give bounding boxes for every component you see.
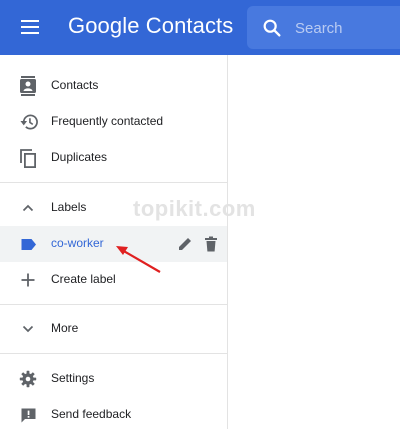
sidebar-item-label: Settings — [51, 371, 95, 385]
main-menu-button[interactable] — [12, 11, 48, 43]
chevron-up-icon — [17, 197, 39, 219]
sidebar-item-label: More — [51, 321, 79, 335]
plus-icon — [17, 269, 39, 291]
hamburger-menu-icon — [21, 20, 39, 34]
edit-label-pencil-icon[interactable] — [176, 235, 194, 253]
app-header: Google Contacts — [0, 0, 400, 55]
sidebar-item-contacts[interactable]: Contacts — [0, 68, 227, 104]
history-icon — [17, 111, 39, 133]
delete-label-trash-icon[interactable] — [202, 235, 220, 253]
watermark-text: topikit.com — [133, 196, 256, 221]
duplicate-icon — [17, 147, 39, 169]
sidebar-divider — [0, 182, 227, 183]
search-input[interactable] — [295, 16, 395, 40]
sidebar-divider — [0, 353, 227, 354]
chevron-down-icon — [17, 318, 39, 340]
sidebar-divider — [0, 304, 227, 305]
feedback-icon — [17, 404, 39, 426]
sidebar-item-label: co-worker — [51, 236, 104, 250]
gear-icon — [17, 368, 39, 390]
search-box[interactable] — [247, 6, 400, 49]
sidebar-item-frequently-contacted[interactable]: Frequently contacted — [0, 104, 227, 140]
label-icon — [17, 233, 39, 255]
app-title: Google Contacts — [68, 13, 234, 38]
sidebar-item-label: Frequently contacted — [51, 114, 164, 128]
sidebar-item-more[interactable]: More — [0, 311, 227, 347]
sidebar-item-label: Duplicates — [51, 150, 108, 164]
annotation-arrow-icon — [116, 246, 161, 273]
search-icon[interactable] — [261, 17, 283, 39]
sidebar-item-label: Send feedback — [51, 407, 132, 421]
contacts-icon — [17, 75, 39, 97]
sidebar-item-label: Create label — [51, 272, 116, 286]
sidebar-item-label: Labels — [51, 200, 87, 214]
sidebar-item-send-feedback[interactable]: Send feedback — [0, 397, 227, 429]
sidebar-item-label: Contacts — [51, 78, 99, 92]
sidebar-item-settings[interactable]: Settings — [0, 361, 227, 397]
sidebar-item-duplicates[interactable]: Duplicates — [0, 140, 227, 176]
